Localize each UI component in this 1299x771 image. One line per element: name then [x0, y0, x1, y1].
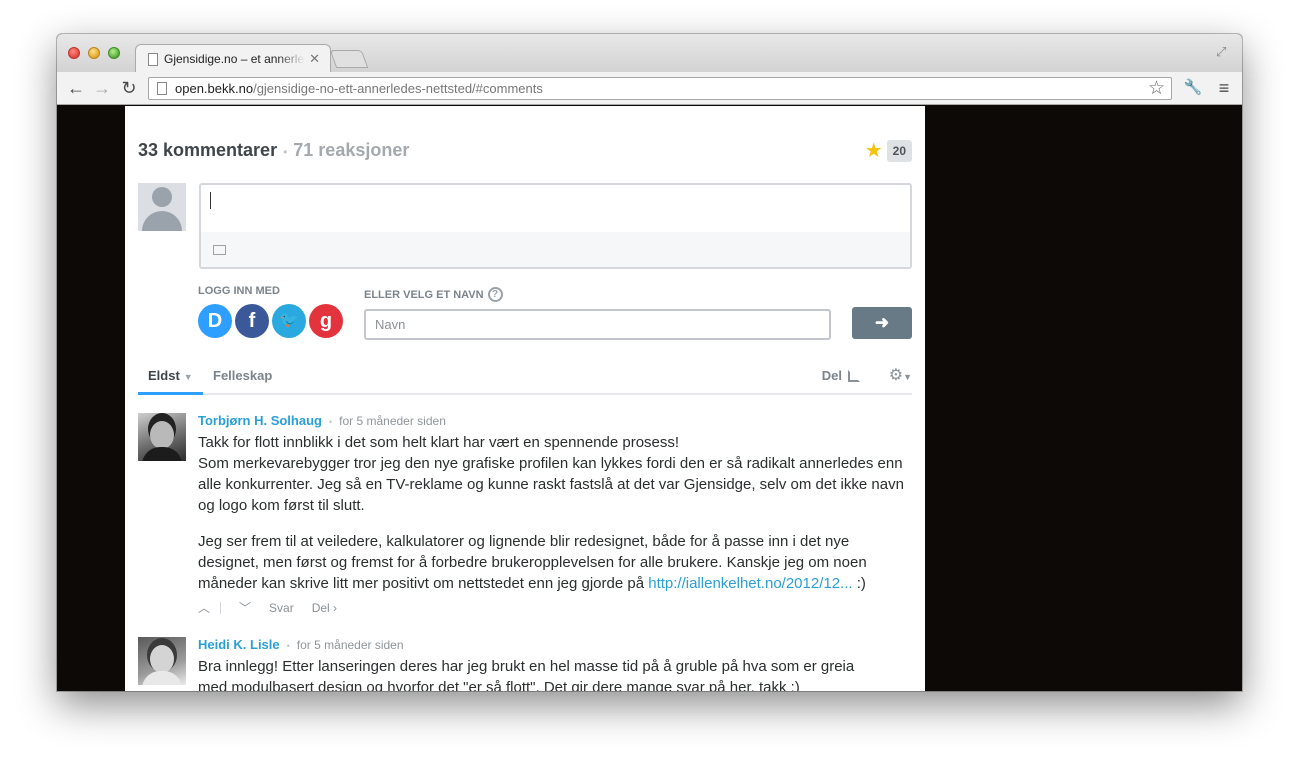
google-login-button[interactable]: g [309, 304, 343, 338]
separator-dot: • [283, 145, 288, 159]
chevron-down-icon: ▼ [903, 372, 912, 382]
share-icon [848, 369, 860, 382]
share-button[interactable]: Del [822, 368, 860, 383]
comment-paragraph: Jeg ser frem til at veiledere, kalkulato… [198, 533, 867, 592]
url-host: open.bekk.no [175, 81, 254, 96]
menu-icon[interactable]: ≡ [1213, 77, 1235, 99]
comments-panel: 33 kommentarer • 71 reaksjoner ★ 20 LOGG I… [125, 106, 925, 691]
avatar-placeholder [138, 183, 186, 231]
fullscreen-icon[interactable]: ⤢ [1216, 44, 1230, 59]
share-comment-button[interactable]: Del › [312, 601, 337, 615]
new-tab-button[interactable] [329, 50, 369, 68]
vote-divider [220, 601, 222, 614]
twitter-login-button[interactable]: 🐦 [272, 304, 306, 338]
close-window-button[interactable] [68, 47, 80, 59]
comment-header: Torbjørn H. Solhaug • for 5 måneder siden [198, 413, 446, 428]
address-bar[interactable]: open.bekk.no/gjensidige-no-ett-annerlede… [148, 77, 1172, 100]
submit-arrow-button[interactable]: ➜ [852, 307, 912, 339]
wrench-icon[interactable]: 🔧 [1182, 77, 1204, 99]
image-upload-icon[interactable] [213, 245, 226, 255]
comment-count[interactable]: 33 kommentarer [138, 140, 277, 160]
downvote-icon[interactable]: ﹀ [239, 599, 251, 616]
sort-bar: Eldst ▼ Felleskap Del ⚙▼ [138, 361, 912, 395]
settings-button[interactable]: ⚙▼ [889, 365, 912, 385]
browser-tab[interactable]: Gjensidige.no – et annerledes nettsted ✕ [135, 44, 331, 73]
sort-oldest-tab[interactable]: Eldst ▼ [138, 368, 203, 395]
facebook-login-button[interactable]: f [235, 304, 269, 338]
browser-toolbar: ← → ↻ open.bekk.no/gjensidige-no-ett-ann… [57, 72, 1242, 105]
bookmark-star-icon[interactable]: ☆ [1148, 78, 1165, 99]
comment-link[interactable]: http://iallenkelhet.no/2012/12... [648, 575, 852, 592]
reply-button[interactable]: Svar [269, 601, 294, 615]
page-icon [157, 82, 167, 95]
separator-dot: • [328, 417, 333, 427]
comment-timestamp[interactable]: for 5 måneder siden [297, 638, 404, 652]
guest-label-text: ELLER VELG ET NAVN [364, 288, 484, 301]
favorite-count: 20 [886, 140, 912, 162]
reload-icon[interactable]: ↻ [118, 77, 140, 99]
comment-body: Takk for flott innblikk i det som helt k… [198, 432, 914, 609]
login-label: LOGG INN MED [198, 285, 280, 297]
favorite-button[interactable]: ★ 20 [865, 140, 912, 162]
separator-dot: • [286, 641, 290, 651]
help-icon[interactable]: ? [487, 287, 503, 302]
comments-header: 33 kommentarer • 71 reaksjoner ★ 20 [138, 140, 912, 164]
avatar[interactable] [138, 413, 186, 461]
minimize-window-button[interactable] [88, 47, 100, 59]
star-icon: ★ [864, 140, 883, 162]
comment-author[interactable]: Torbjørn H. Solhaug [198, 413, 322, 428]
page-icon [148, 52, 158, 66]
comment-timestamp[interactable]: for 5 måneder siden [339, 414, 446, 428]
avatar[interactable] [138, 637, 186, 685]
comment-author[interactable]: Heidi K. Lisle [198, 637, 280, 652]
url-path: /gjensidige-no-ett-annerledes-nettsted/#… [253, 81, 543, 96]
text-caret [210, 192, 211, 209]
zoom-window-button[interactable] [108, 47, 120, 59]
back-icon[interactable]: ← [65, 77, 87, 99]
tab-community[interactable]: Felleskap [213, 368, 272, 383]
editor-toolbar [201, 232, 910, 267]
gear-icon: ⚙ [888, 367, 904, 384]
upvote-icon[interactable]: ︿ [198, 599, 210, 616]
share-label: Del [821, 368, 842, 383]
browser-window: Gjensidige.no – et annerledes nettsted ✕… [57, 34, 1242, 691]
comment-paragraph: Takk for flott innblikk i det som helt k… [198, 434, 904, 514]
disqus-login-button[interactable]: D [198, 304, 232, 338]
comment-actions: ︿ ﹀ Svar Del › [198, 599, 347, 616]
comment-header: Heidi K. Lisle • for 5 måneder siden [198, 637, 404, 652]
tab-title: Gjensidige.no – et annerledes nettsted [164, 52, 306, 66]
comment-paragraph: Bra innlegg! Etter lanseringen deres har… [198, 658, 855, 691]
reaction-count[interactable]: 71 reaksjoner [293, 140, 409, 160]
url-text[interactable]: open.bekk.no/gjensidige-no-ett-annerlede… [175, 81, 543, 96]
comment-textbox[interactable] [199, 183, 912, 269]
chevron-down-icon: ▼ [183, 372, 193, 382]
forward-icon[interactable]: → [91, 77, 113, 99]
name-input[interactable] [364, 309, 831, 340]
sort-oldest-label: Eldst [148, 368, 180, 383]
social-login-buttons: D f 🐦 g [198, 304, 346, 338]
tab-bar: Gjensidige.no – et annerledes nettsted ✕… [57, 34, 1242, 73]
guest-name-label: ELLER VELG ET NAVN? [364, 287, 503, 302]
tab-close-icon[interactable]: ✕ [309, 51, 320, 66]
comment-body: Bra innlegg! Etter lanseringen deres har… [198, 656, 914, 691]
